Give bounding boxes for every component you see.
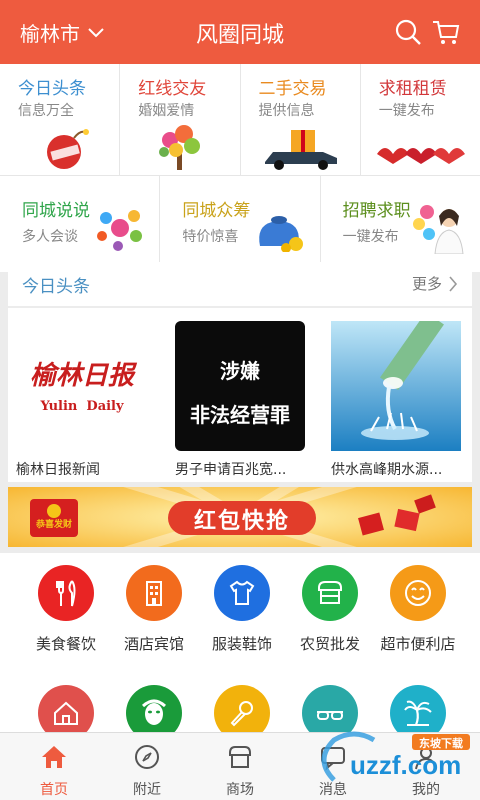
building-icon [126,565,182,621]
category-talk[interactable]: 同城说说 多人会谈 [0,176,161,272]
news-thumbnail: 涉嫌 非法经营罪 [175,321,305,451]
category-subtitle: 信息万全 [18,103,74,119]
category-subtitle: 婚姻爱情 [138,103,195,119]
service-hotel[interactable]: 酒店宾馆 [106,565,202,654]
heart-tree-icon [159,125,201,170]
tab-label: 商场 [226,782,254,798]
chevron-right-icon [449,275,458,292]
tab-label: 附近 [133,782,161,798]
category-title: 求租租赁 [378,79,447,99]
fork-spoon-icon [38,565,94,621]
category-subtitle: 多人会谈 [22,229,78,245]
headlines-section-header: 今日头条 更多 [8,262,472,306]
tab-nearby[interactable]: 附近 [99,733,195,800]
watermark-brand: uzzf.com [350,750,462,780]
service-label: 农贸批发 [299,635,360,653]
news-caption: 男子申请百兆宽... [175,462,287,478]
thumb-text-line2: 非法经营罪 [190,403,290,427]
news-card[interactable]: 涉嫌 非法经营罪 男子申请百兆宽... [175,321,305,479]
tab-label: 首页 [40,782,68,798]
news-bomb-icon [47,129,89,169]
category-subtitle: 一键发布 [378,103,435,119]
shop-icon [229,746,251,768]
category-crowdfunding[interactable]: 同城众筹 特价惊喜 [160,176,321,272]
water-pipe-image [331,321,461,451]
home-icon [42,746,66,768]
search-icon[interactable] [394,18,422,46]
envelope-text: 恭喜发财 [36,520,73,530]
news-card[interactable]: 供水高峰期水源... [331,321,461,479]
service-label: 美食餐饮 [35,635,96,653]
service-label: 超市便利店 [380,635,456,653]
red-packet-banner[interactable]: 恭喜发财 红包快抢 [8,487,472,547]
recruiter-avatar-icon [412,205,464,254]
category-dating[interactable]: 红线交友 婚姻爱情 [120,64,241,175]
more-label: 更多 [411,275,442,293]
car-gift-icon [264,130,337,170]
news-thumbnail: 榆林日报 Yulin Daily [16,321,146,451]
service-label: 酒店宾馆 [123,635,184,653]
category-headlines[interactable]: 今日头条 信息万全 [0,64,121,175]
more-link[interactable]: 更多 [412,273,458,294]
shopping-cart-icon[interactable] [432,18,460,46]
service-supermarket[interactable]: 超市便利店 [370,565,466,654]
category-subtitle: 特价惊喜 [182,229,239,245]
news-caption: 榆林日报新闻 [16,462,100,478]
category-subtitle: 一键发布 [342,229,399,245]
newspaper-logo-en: Yulin Daily [40,399,124,414]
news-thumbnail [331,321,461,451]
category-title: 同城众筹 [182,201,251,221]
money-bag-icon [259,216,304,252]
category-title: 招聘求职 [342,201,411,221]
hearts-banner-icon [376,148,465,164]
category-subtitle: 提供信息 [258,103,315,119]
news-caption: 供水高峰期水源... [331,462,443,478]
category-title: 二手交易 [258,79,327,99]
tab-home[interactable]: 首页 [6,733,102,800]
tab-mall[interactable]: 商场 [192,733,288,800]
compass-icon [135,745,159,769]
category-title: 红线交友 [138,79,207,99]
news-card[interactable]: 榆林日报 Yulin Daily 榆林日报新闻 [16,321,146,479]
category-title: 同城说说 [22,201,90,221]
app-header: 榆林市 风圈同城 [0,0,480,64]
service-food[interactable]: 美食餐饮 [18,565,114,654]
shirt-icon [214,565,270,621]
service-grid: 美食餐饮 酒店宾馆 服装鞋饰 农贸批发 超市便利店 [0,553,480,741]
thumb-text-line1: 涉嫌 [220,359,260,383]
social-bubbles-icon [97,210,142,251]
store-icon [302,565,358,621]
service-label: 服装鞋饰 [211,635,272,653]
smile-icon [390,565,446,621]
service-clothing[interactable]: 服装鞋饰 [194,565,290,654]
news-carousel: 榆林日报 Yulin Daily 榆林日报新闻 涉嫌 非法经营罪 男子申请百兆宽… [8,308,472,482]
category-title: 今日头条 [18,79,86,99]
category-jobs[interactable]: 招聘求职 一键发布 [321,176,480,272]
service-wholesale[interactable]: 农贸批发 [282,565,378,654]
category-rental[interactable]: 求租租赁 一键发布 [361,64,480,175]
newspaper-logo: 榆林日报 [29,361,134,391]
category-second-hand[interactable]: 二手交易 提供信息 [241,64,361,175]
site-watermark: 东坡下载 uzzf.com [314,730,474,786]
watermark-sub: 东坡下载 [419,737,463,750]
category-grid: 今日头条 信息万全 红线交友 婚姻爱情 二手交易 提供信息 求租租赁 一键发布 … [0,64,480,272]
banner-title: 红包快抢 [193,509,290,534]
section-title: 今日头条 [22,277,90,297]
